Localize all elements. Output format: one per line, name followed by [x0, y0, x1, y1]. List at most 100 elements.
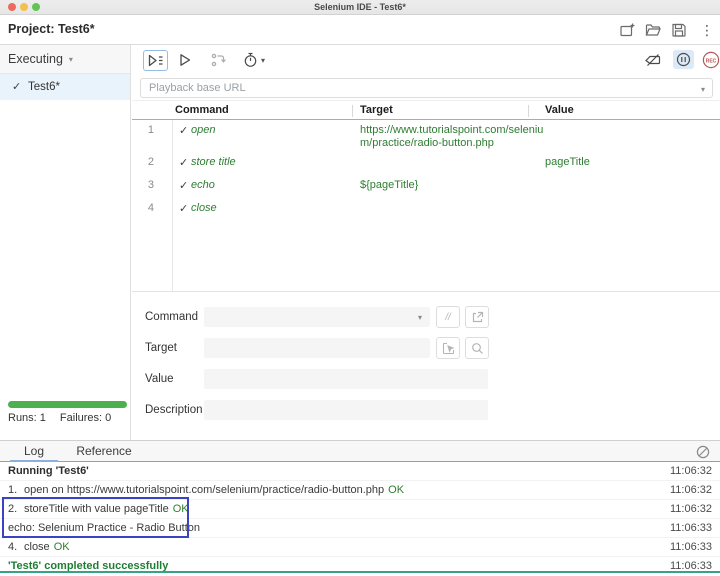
runs-count: Runs: 1	[8, 412, 46, 424]
log-timestamp: 11:06:32	[669, 503, 712, 515]
chevron-down-icon: ▾	[417, 313, 422, 322]
open-folder-icon	[645, 24, 661, 36]
ok-status: OK	[53, 541, 70, 553]
number-column-divider	[172, 120, 173, 291]
log-text: open on https://www.tutorialspoint.com/s…	[24, 484, 405, 496]
log-entry: 'Test6' completed successfully 11:06:33	[0, 557, 720, 576]
chevron-down-icon: ▾	[68, 55, 73, 64]
row-number: 4	[147, 202, 154, 214]
playback-base-url-input[interactable]	[141, 79, 712, 97]
target-field-label: Target	[145, 342, 177, 354]
description-field-label: Description	[145, 404, 203, 416]
header-value: Value	[545, 104, 574, 116]
select-target-button[interactable]	[436, 337, 460, 359]
log-entry-number: 2.	[8, 503, 18, 515]
run-progress-bar	[8, 401, 127, 408]
playback-toolbar: ▾ REC	[132, 45, 720, 75]
value-input[interactable]	[204, 369, 488, 389]
log-entry: Running 'Test6' 11:06:32	[0, 462, 720, 481]
tab-reference[interactable]: Reference	[72, 441, 136, 462]
row-command: echo	[191, 179, 215, 191]
log-entry: echo: Selenium Practice - Radio Button 1…	[0, 519, 720, 538]
play-icon	[180, 54, 191, 66]
row-command: close	[191, 202, 217, 214]
log-timestamp: 11:06:33	[669, 522, 712, 534]
search-icon	[471, 342, 483, 354]
new-project-button[interactable]	[618, 21, 636, 39]
ok-status: OK	[172, 503, 189, 515]
project-bar: Project: Test6* ⋮	[0, 15, 720, 45]
run-current-test-button[interactable]	[178, 53, 192, 67]
save-project-button[interactable]	[670, 21, 688, 39]
window-title: Selenium IDE - Test6*	[314, 2, 406, 12]
tests-dropdown-label: Executing	[8, 52, 63, 66]
pen-slash-icon	[645, 54, 661, 66]
check-icon: ✓	[12, 81, 22, 93]
log-timestamp: 11:06:33	[669, 560, 712, 572]
run-all-icon	[148, 54, 163, 67]
column-divider[interactable]	[352, 105, 353, 117]
check-icon: ✓	[179, 203, 189, 215]
failures-count: Failures: 0	[59, 412, 112, 424]
command-select[interactable]: ▾	[204, 307, 430, 327]
svg-text:REC: REC	[706, 58, 717, 64]
log-entry: 2. storeTitle with value pageTitle OK 11:…	[0, 500, 720, 519]
project-label: Project:	[8, 22, 55, 36]
test-name-label: Test6*	[28, 81, 60, 93]
log-text: close OK	[24, 541, 70, 553]
pause-on-exceptions-button[interactable]	[673, 50, 694, 69]
log-tabbar: Log Reference	[0, 440, 720, 462]
log-entry: 4. close OK 11:06:33	[0, 538, 720, 557]
open-reference-button[interactable]	[465, 306, 489, 328]
tests-dropdown[interactable]: Executing ▾	[0, 45, 130, 74]
command-field-label: Command	[145, 311, 199, 323]
value-field-label: Value	[145, 373, 174, 385]
clear-log-button[interactable]	[696, 445, 710, 459]
log-text: storeTitle with value pageTitle OK	[24, 503, 189, 515]
test-speed-button[interactable]	[243, 52, 258, 68]
find-target-button[interactable]	[465, 337, 489, 359]
check-icon: ✓	[179, 157, 189, 169]
log-text: 'Test6' completed successfully	[8, 560, 169, 572]
stopwatch-icon	[244, 52, 257, 67]
description-input[interactable]	[204, 400, 488, 420]
run-all-tests-button[interactable]	[143, 50, 168, 71]
new-project-icon	[620, 23, 635, 37]
column-divider[interactable]	[528, 105, 529, 117]
clear-circle-slash-icon	[696, 445, 710, 459]
row-command: store title	[191, 156, 236, 168]
step-over-icon	[211, 53, 226, 67]
ok-status: OK	[388, 484, 405, 496]
check-icon: ✓	[179, 125, 189, 137]
log-entry-number: 1.	[8, 484, 18, 496]
header-target: Target	[360, 104, 393, 116]
open-in-window-icon	[472, 311, 483, 322]
log-text: echo: Selenium Practice - Radio Button	[8, 522, 200, 534]
header-command: Command	[175, 104, 229, 116]
step-over-button[interactable]	[211, 53, 226, 67]
speed-dropdown-caret[interactable]: ▾	[261, 56, 265, 65]
row-number: 1	[147, 124, 154, 136]
row-target: ${pageTitle}	[360, 179, 419, 191]
row-command: open	[191, 124, 216, 136]
comment-toggle-button[interactable]: //	[436, 306, 460, 328]
target-selector-icon	[442, 342, 455, 354]
log-timestamp: 11:06:32	[669, 465, 712, 477]
run-stats: Runs: 1 Failures: 0	[8, 412, 125, 424]
window-titlebar: Selenium IDE - Test6*	[0, 0, 720, 15]
sidebar-item-test6[interactable]: ✓ Test6*	[0, 74, 130, 100]
tab-log[interactable]: Log	[10, 441, 58, 462]
table-bottom-border	[132, 291, 720, 292]
record-button[interactable]: REC	[702, 51, 720, 69]
project-name: Test6*	[58, 22, 95, 36]
more-options-button[interactable]: ⋮	[700, 21, 714, 39]
row-number: 3	[147, 179, 154, 191]
log-entry: 1. open on https://www.tutorialspoint.co…	[0, 481, 720, 500]
log-entry-number: 4.	[8, 541, 18, 553]
target-input[interactable]	[204, 338, 430, 358]
tests-sidebar: Executing ▾ ✓ Test6* Runs: 1 Failures: 0	[0, 45, 131, 440]
disable-breakpoints-button[interactable]	[644, 53, 662, 67]
url-dropdown-caret[interactable]: ▾	[701, 85, 705, 94]
open-project-button[interactable]	[644, 21, 662, 39]
pause-circle-icon	[676, 52, 691, 67]
